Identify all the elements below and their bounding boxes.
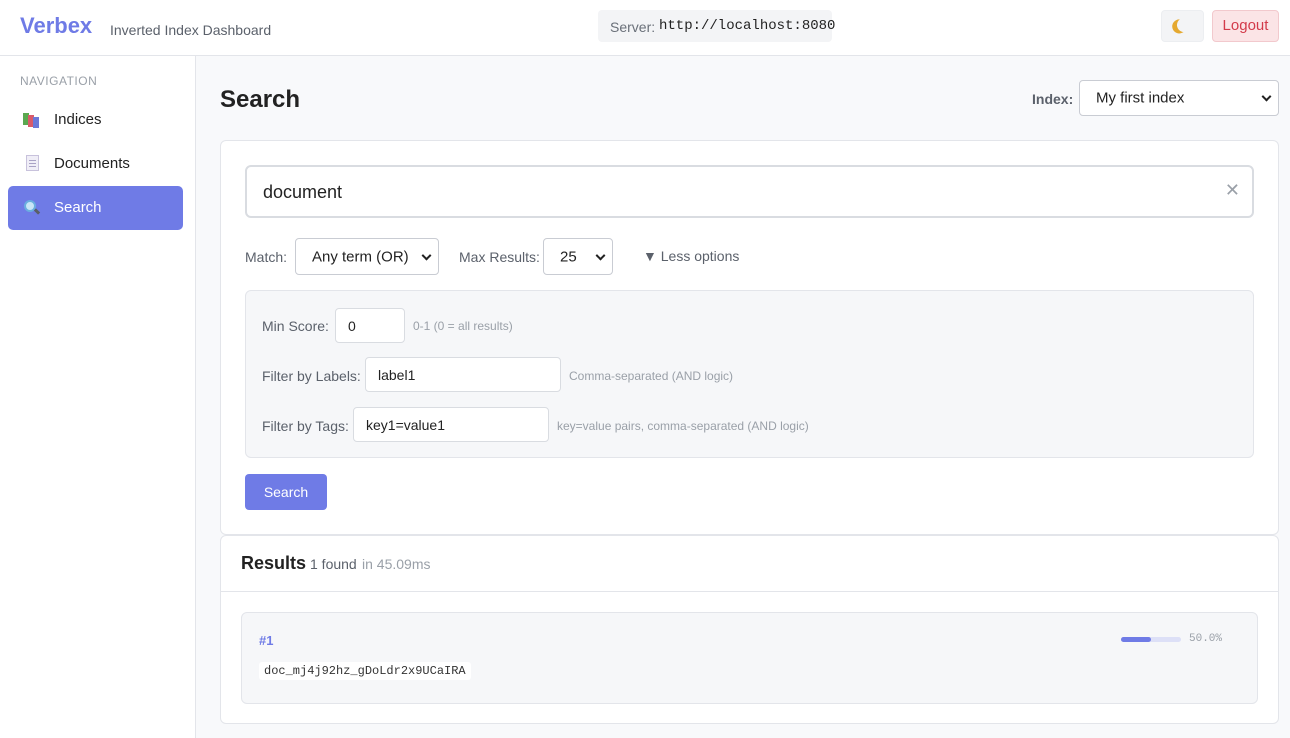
less-options-toggle[interactable]: ▼ Less options (643, 248, 739, 264)
tags-filter-value: key1=value1 (366, 417, 446, 433)
search-button[interactable]: Search (245, 474, 327, 510)
labels-filter-label: Filter by Labels: (262, 368, 361, 384)
server-label: Server: (610, 19, 656, 35)
brand-logo[interactable]: Verbex (20, 13, 92, 39)
sidebar-item-label: Documents (54, 155, 130, 172)
labels-filter-value: label1 (378, 367, 416, 383)
max-results-select[interactable]: 25 (543, 238, 613, 275)
sidebar-item-label: Search (54, 199, 102, 216)
nav-heading: NAVIGATION (20, 74, 98, 88)
score-text: 50.0% (1189, 633, 1223, 645)
results-title: Results (241, 553, 307, 573)
min-score-label: Min Score: (262, 318, 329, 334)
search-input[interactable]: document ✕ (245, 165, 1254, 218)
moon-icon (1175, 16, 1193, 34)
score-bar-fill (1121, 637, 1151, 642)
brand-subtitle: Inverted Index Dashboard (110, 22, 272, 38)
top-bar: Verbex Inverted Index Dashboard Server: … (0, 0, 1290, 56)
result-doc-id[interactable]: doc_mj4j92hz_gDoLdr2x9UCaIRA (259, 662, 471, 680)
chevron-down-icon (595, 250, 606, 261)
tags-filter-hint: key=value pairs, comma-separated (AND lo… (557, 419, 809, 433)
tags-filter-input[interactable]: key1=value1 (353, 407, 549, 442)
close-icon[interactable]: ✕ (1225, 180, 1240, 201)
divider (221, 591, 1278, 592)
min-score-input[interactable]: 0 (335, 308, 405, 343)
search-query: document (263, 182, 343, 202)
index-select[interactable]: My first index (1079, 80, 1279, 116)
page-title: Search (220, 86, 301, 113)
logout-button[interactable]: Logout (1212, 10, 1279, 42)
chevron-down-icon (421, 250, 432, 261)
sidebar-item-indices[interactable]: Indices (8, 98, 183, 142)
index-select-value: My first index (1096, 89, 1185, 107)
results-count: 1 found (310, 556, 357, 572)
server-url: http://localhost:8080 (659, 18, 836, 34)
result-item[interactable]: #1 doc_mj4j92hz_gDoLdr2x9UCaIRA 50.0% (241, 612, 1258, 704)
min-score-hint: 0-1 (0 = all results) (413, 319, 513, 333)
labels-filter-input[interactable]: label1 (365, 357, 561, 392)
sidebar-item-documents[interactable]: Documents (8, 142, 183, 186)
labels-filter-hint: Comma-separated (AND logic) (569, 369, 734, 383)
advanced-options-panel: Min Score: 0 0-1 (0 = all results) Filte… (245, 290, 1254, 458)
sidebar: NAVIGATION Indices Documents Search (0, 56, 196, 738)
sidebar-item-label: Indices (54, 111, 102, 128)
server-indicator: Server: http://localhost:8080 (598, 10, 836, 42)
match-select-value: Any term (OR) (312, 248, 409, 265)
document-icon (26, 155, 39, 171)
search-icon (23, 199, 41, 217)
indices-icon (23, 111, 41, 129)
score-bar (1121, 637, 1181, 642)
match-select[interactable]: Any term (OR) (295, 238, 439, 275)
min-score-value: 0 (348, 318, 356, 334)
tags-filter-label: Filter by Tags: (262, 418, 349, 434)
sidebar-item-search[interactable]: Search (8, 186, 183, 230)
match-label: Match: (245, 249, 288, 265)
max-results-value: 25 (560, 248, 577, 265)
index-label: Index: (1032, 91, 1074, 107)
max-results-label: Max Results: (459, 249, 540, 265)
results-time: in 45.09ms (362, 556, 431, 572)
theme-toggle-button[interactable] (1161, 10, 1204, 42)
result-rank: #1 (259, 633, 274, 648)
chevron-down-icon (1261, 91, 1272, 102)
